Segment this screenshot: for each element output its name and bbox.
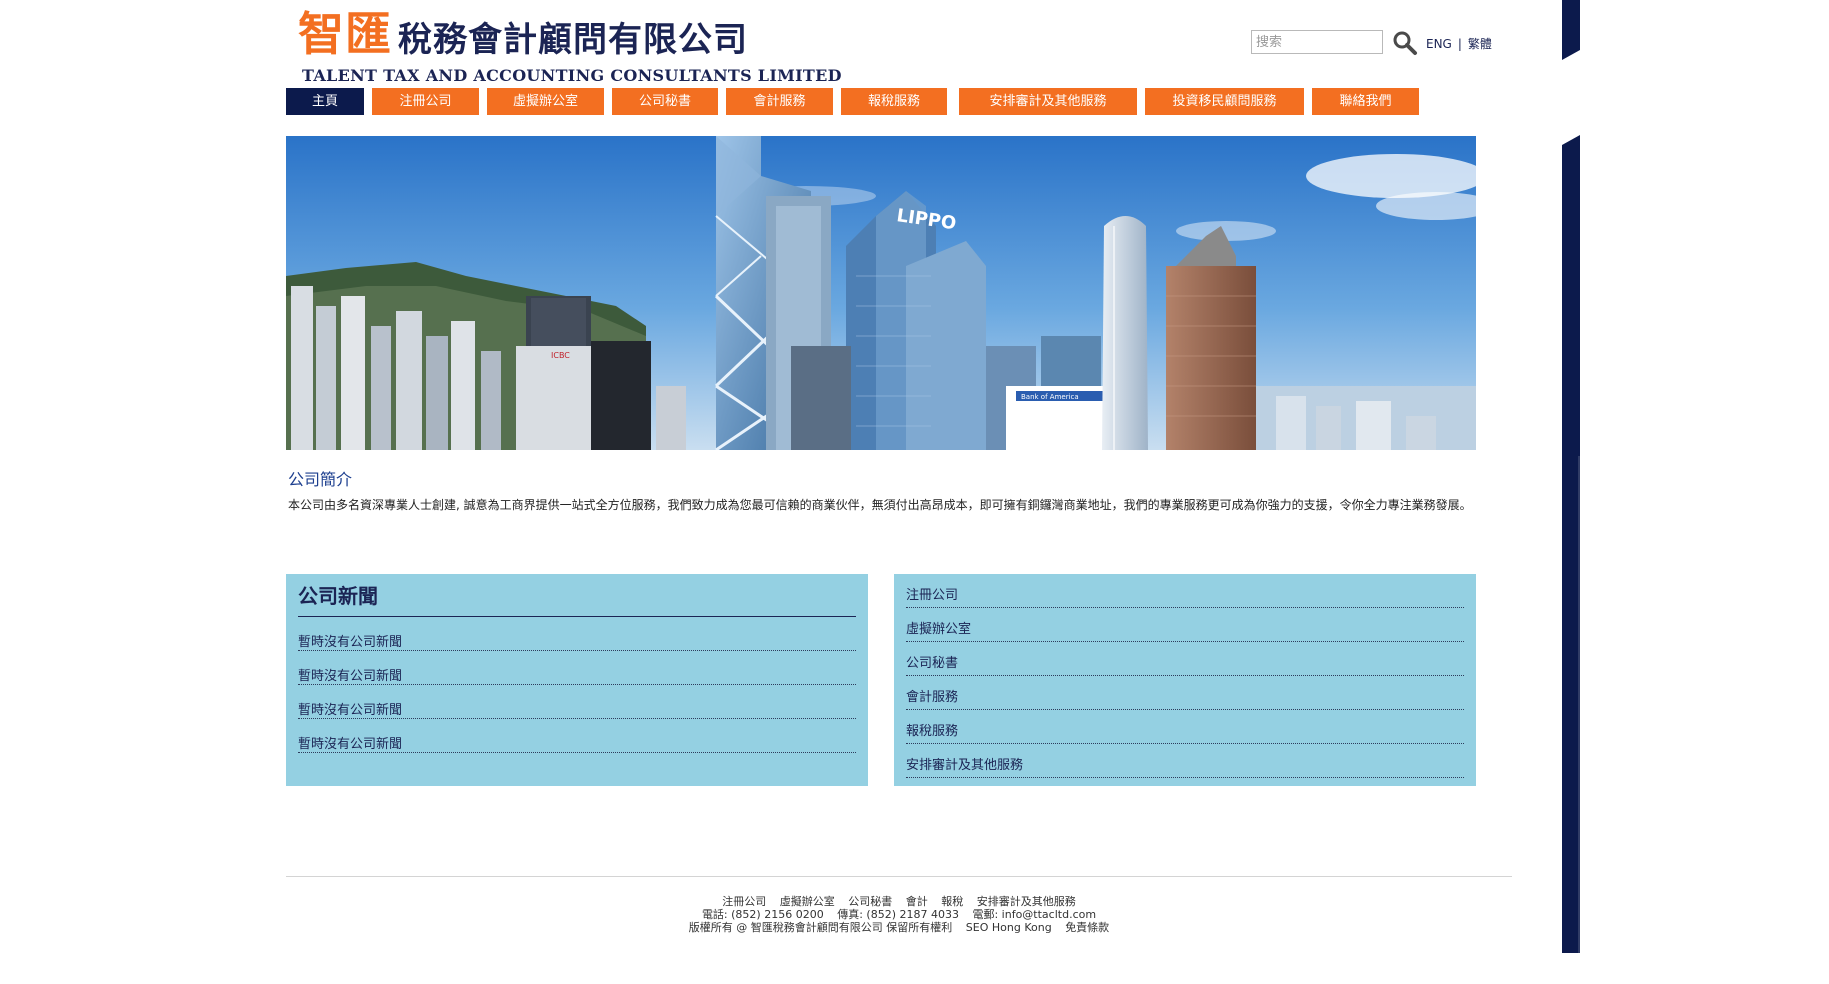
right-decorative-bar <box>1562 0 1580 953</box>
nav-item-home[interactable]: 主頁 <box>286 88 364 115</box>
nav-item-company-secretary[interactable]: 公司秘書 <box>612 88 718 115</box>
search-button[interactable] <box>1392 30 1418 56</box>
footer-divider <box>286 876 1512 877</box>
icbc-sign: ICBC <box>551 351 570 360</box>
service-link-company-secretary[interactable]: 公司秘書 <box>906 642 1464 676</box>
logo-chinese-name: 稅務會計顧問有限公司 <box>398 20 748 60</box>
services-panel: 注冊公司 虛擬辦公室 公司秘書 會計服務 報稅服務 安排審計及其他服務 <box>894 574 1476 786</box>
intro-title: 公司簡介 <box>288 470 353 489</box>
footer-terms-link[interactable]: 免責條款 <box>1065 921 1109 934</box>
lang-english-link[interactable]: ENG <box>1426 37 1452 51</box>
footer-link-virtual-office[interactable]: 虛擬辦公室 <box>780 895 835 908</box>
nav-item-investment-immigration[interactable]: 投資移民顧問服務 <box>1145 88 1304 115</box>
news-item[interactable]: 暫時沒有公司新聞 <box>298 719 856 753</box>
news-title: 公司新聞 <box>298 584 378 608</box>
hero-banner: ICBC LIPPO Bank of America <box>286 136 1476 450</box>
footer-fax: 傳真: (852) 2187 4033 <box>837 908 959 921</box>
footer-link-tax[interactable]: 報稅 <box>941 895 963 908</box>
service-link-accounting[interactable]: 會計服務 <box>906 676 1464 710</box>
nav-item-accounting[interactable]: 會計服務 <box>726 88 833 115</box>
footer-email[interactable]: 電郵: info@ttacltd.com <box>972 908 1096 921</box>
news-item[interactable]: 暫時沒有公司新聞 <box>298 651 856 685</box>
service-link-company-registration[interactable]: 注冊公司 <box>906 574 1464 608</box>
lang-traditional-link[interactable]: 繁體 <box>1468 37 1492 51</box>
service-link-audit[interactable]: 安排審計及其他服務 <box>906 744 1464 778</box>
bank-of-america-sign: Bank of America <box>1021 393 1079 401</box>
intro-text: 本公司由多名資深專業人士創建, 誠意為工商界提供一站式全方位服務，我們致力成為您… <box>288 498 1472 512</box>
news-item[interactable]: 暫時沒有公司新聞 <box>298 617 856 651</box>
service-link-tax-filing[interactable]: 報稅服務 <box>906 710 1464 744</box>
footer: 注冊公司 虛擬辦公室 公司秘書 會計 報稅 安排審計及其他服務 電話: (852… <box>286 895 1512 934</box>
footer-link-company-registration[interactable]: 注冊公司 <box>722 895 766 908</box>
news-item[interactable]: 暫時沒有公司新聞 <box>298 685 856 719</box>
service-link-virtual-office[interactable]: 虛擬辦公室 <box>906 608 1464 642</box>
footer-link-audit[interactable]: 安排審計及其他服務 <box>977 895 1076 908</box>
footer-seo-link[interactable]: SEO Hong Kong <box>966 921 1052 934</box>
news-panel: 公司新聞 暫時沒有公司新聞 暫時沒有公司新聞 暫時沒有公司新聞 暫時沒有公司新聞 <box>286 574 868 786</box>
footer-links-row: 注冊公司 虛擬辦公室 公司秘書 會計 報稅 安排審計及其他服務 <box>286 895 1512 908</box>
footer-copyright-row: 版權所有 @ 智匯稅務會計顧問有限公司 保留所有權利 SEO Hong Kong… <box>286 921 1512 934</box>
nav-item-tax-filing[interactable]: 報稅服務 <box>841 88 947 115</box>
nav-item-audit-services[interactable]: 安排審計及其他服務 <box>959 88 1137 115</box>
nav-item-company-registration[interactable]: 注冊公司 <box>372 88 479 115</box>
search-icon <box>1393 31 1417 55</box>
footer-link-accounting[interactable]: 會計 <box>906 895 928 908</box>
hong-kong-skyline-image: ICBC LIPPO Bank of America <box>286 136 1476 450</box>
language-switcher: ENG | 繁體 <box>1426 35 1492 52</box>
footer-contact-row: 電話: (852) 2156 0200 傳真: (852) 2187 4033 … <box>286 908 1512 921</box>
footer-phone: 電話: (852) 2156 0200 <box>701 908 824 921</box>
nav-item-contact-us[interactable]: 聯絡我們 <box>1312 88 1419 115</box>
lang-separator: | <box>1457 37 1462 51</box>
nav-item-virtual-office[interactable]: 虛擬辦公室 <box>487 88 604 115</box>
search-input[interactable] <box>1251 30 1383 54</box>
company-logo[interactable]: 智匯 稅務會計顧問有限公司 TALENT TAX AND ACCOUNTING … <box>298 7 842 85</box>
footer-copyright: 版權所有 @ 智匯稅務會計顧問有限公司 保留所有權利 <box>688 921 953 934</box>
footer-link-company-secretary[interactable]: 公司秘書 <box>848 895 892 908</box>
logo-chinese-brand: 智匯 <box>298 7 392 61</box>
decorative-bar-shape <box>1562 0 1580 953</box>
logo-english-name: TALENT TAX AND ACCOUNTING CONSULTANTS LI… <box>302 66 842 85</box>
